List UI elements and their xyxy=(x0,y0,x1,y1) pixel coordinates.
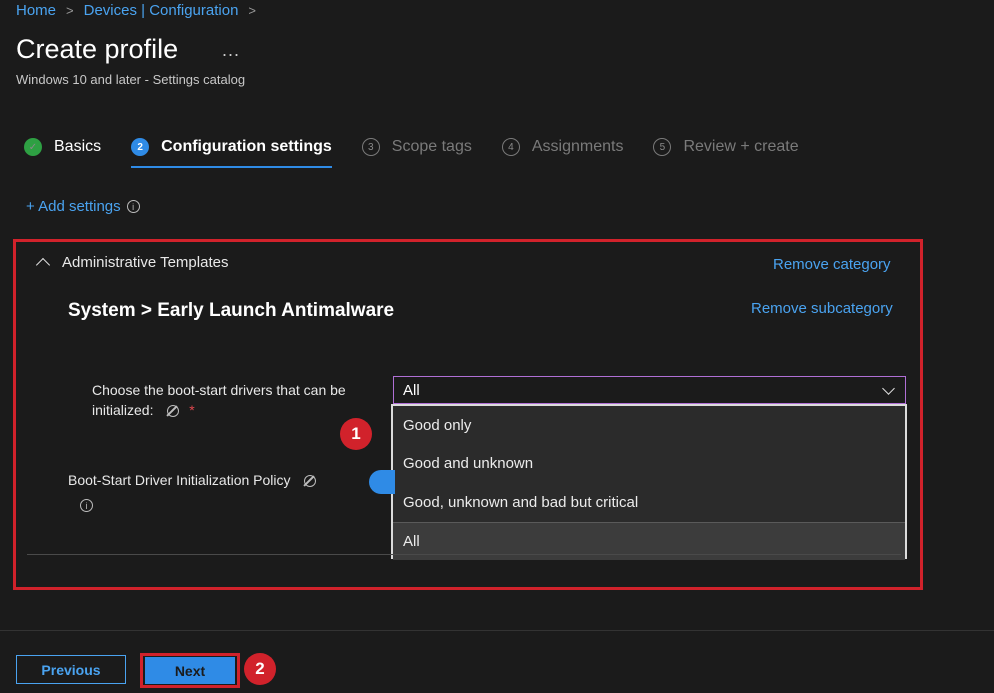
option-good-and-unknown[interactable]: Good and unknown xyxy=(393,445,905,484)
step-label: Configuration settings xyxy=(161,138,332,155)
annotation-badge-2: 2 xyxy=(244,653,276,685)
policy-label-text: Boot-Start Driver Initialization Policy xyxy=(68,472,291,488)
step-configuration-settings[interactable]: 2 Configuration settings xyxy=(131,134,332,168)
select-value: All xyxy=(403,381,420,399)
add-settings-link[interactable]: + Add settings i xyxy=(26,198,140,215)
active-step-underline xyxy=(131,166,332,168)
step-number: 5 xyxy=(653,138,672,156)
boot-start-drivers-label: Choose the boot-start drivers that can b… xyxy=(92,380,387,420)
step-number: 3 xyxy=(361,138,380,156)
option-good-unknown-bad-critical[interactable]: Good, unknown and bad but critical xyxy=(393,483,905,522)
step-label: Assignments xyxy=(531,138,624,155)
chevron-up-icon[interactable] xyxy=(35,257,51,272)
info-icon[interactable]: i xyxy=(80,499,93,512)
page-subtitle: Windows 10 and later - Settings catalog xyxy=(16,72,246,87)
annotation-badge-1: 1 xyxy=(340,418,372,450)
step-label: Basics xyxy=(54,138,102,155)
dropdown-list: Good only Good and unknown Good, unknown… xyxy=(391,404,907,560)
page-title: Create profile xyxy=(16,34,179,64)
chevron-right-icon: > xyxy=(248,3,257,18)
breadcrumb: Home > Devices | Configuration > xyxy=(16,2,256,19)
policy-link-icon[interactable] xyxy=(304,475,317,488)
policy-link-icon[interactable] xyxy=(167,405,180,418)
step-scope-tags[interactable]: 3 Scope tags xyxy=(361,134,472,160)
required-marker: * xyxy=(189,402,195,418)
wizard-steps: ✓ Basics 2 Configuration settings 3 Scop… xyxy=(24,134,829,168)
remove-category-link[interactable]: Remove category xyxy=(773,256,891,273)
footer-divider xyxy=(0,630,994,631)
next-button[interactable]: Next xyxy=(145,657,235,684)
step-review-create[interactable]: 5 Review + create xyxy=(653,134,799,160)
remove-subcategory-link[interactable]: Remove subcategory xyxy=(751,300,893,317)
step-assignments[interactable]: 4 Assignments xyxy=(501,134,624,160)
subcategory-title: System > Early Launch Antimalware xyxy=(68,300,395,321)
previous-button[interactable]: Previous xyxy=(16,655,126,684)
chevron-down-icon[interactable] xyxy=(882,381,895,395)
info-icon[interactable]: i xyxy=(126,200,140,213)
add-settings-label: + Add settings xyxy=(26,198,121,215)
check-icon: ✓ xyxy=(24,138,42,156)
chevron-right-icon: > xyxy=(66,3,74,18)
step-label: Scope tags xyxy=(391,138,472,155)
section-divider xyxy=(27,554,901,555)
breadcrumb-devices-configuration[interactable]: Devices | Configuration xyxy=(84,2,239,19)
step-number: 2 xyxy=(131,138,150,156)
field-label-text: Choose the boot-start drivers that can b… xyxy=(92,382,346,418)
step-basics[interactable]: ✓ Basics xyxy=(24,134,101,160)
category-name: Administrative Templates xyxy=(62,254,229,271)
more-options-icon[interactable]: ... xyxy=(222,40,240,61)
boot-start-policy-label: Boot-Start Driver Initialization Policy xyxy=(68,472,317,488)
step-label: Review + create xyxy=(683,138,799,155)
policy-toggle[interactable] xyxy=(369,470,395,494)
step-number: 4 xyxy=(501,138,520,156)
breadcrumb-home[interactable]: Home xyxy=(16,2,56,19)
boot-start-drivers-select[interactable]: All xyxy=(393,376,906,404)
category-header[interactable]: Administrative Templates xyxy=(35,254,229,272)
option-good-only[interactable]: Good only xyxy=(393,406,905,445)
